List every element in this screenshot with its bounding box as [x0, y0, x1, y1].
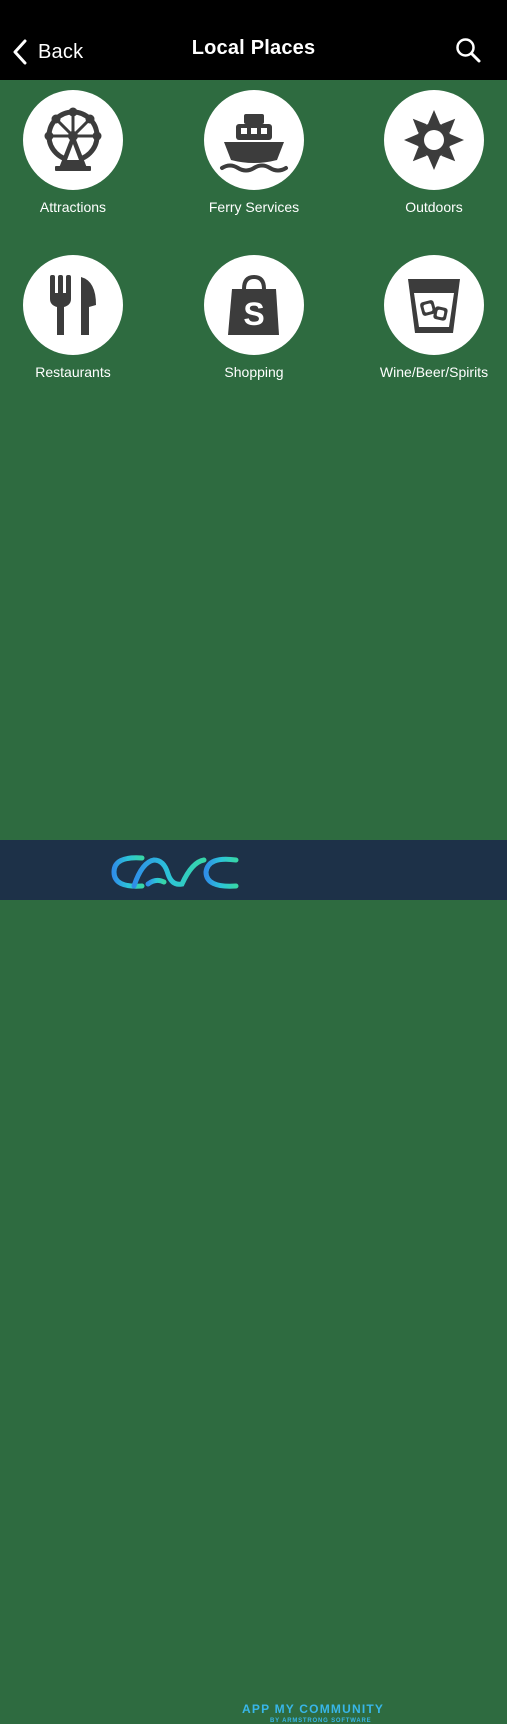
category-restaurants[interactable]: Restaurants [3, 255, 143, 380]
glass-with-ice-icon [396, 267, 472, 343]
category-icon-circle [384, 255, 484, 355]
category-label: Attractions [39, 199, 107, 215]
category-outdoors[interactable]: Outdoors [364, 90, 504, 215]
search-button[interactable] [448, 32, 488, 72]
search-icon [454, 36, 482, 69]
category-icon-circle: S [204, 255, 304, 355]
category-icon-circle [23, 255, 123, 355]
category-ferry-services[interactable]: Ferry Services [184, 90, 324, 215]
category-icon-circle [204, 90, 304, 190]
ferry-icon [216, 102, 292, 178]
page-title: Local Places [191, 37, 316, 59]
category-icon-circle [384, 90, 484, 190]
category-label: Wine/Beer/Spirits [379, 364, 489, 380]
category-attractions[interactable]: Attractions [3, 90, 143, 215]
category-grid: Attractions Ferry Services Outdoors Rest… [0, 80, 507, 840]
category-label: Ferry Services [208, 199, 300, 215]
category-label: Restaurants [35, 364, 111, 380]
brand-name: APP MY COMMUNITY [242, 1702, 385, 1716]
shopping-bag-icon: S [216, 267, 292, 343]
sun-icon [396, 102, 472, 178]
brand-subtitle: BY ARMSTRONG SOFTWARE [270, 1718, 372, 1724]
category-label: Shopping [224, 364, 284, 380]
ferris-wheel-icon [35, 102, 111, 178]
footer-banner[interactable]: APP MY COMMUNITY BY ARMSTRONG SOFTWARE [0, 840, 507, 1724]
category-icon-circle [23, 90, 123, 190]
category-label: Outdoors [405, 199, 463, 215]
amc-logo-icon [108, 848, 240, 901]
category-shopping[interactable]: S Shopping [184, 255, 324, 380]
fork-knife-icon [35, 267, 111, 343]
category-wine-beer-spirits[interactable]: Wine/Beer/Spirits [364, 255, 504, 380]
nav-bar: Back Local Places [0, 0, 507, 80]
svg-text:S: S [243, 296, 264, 332]
